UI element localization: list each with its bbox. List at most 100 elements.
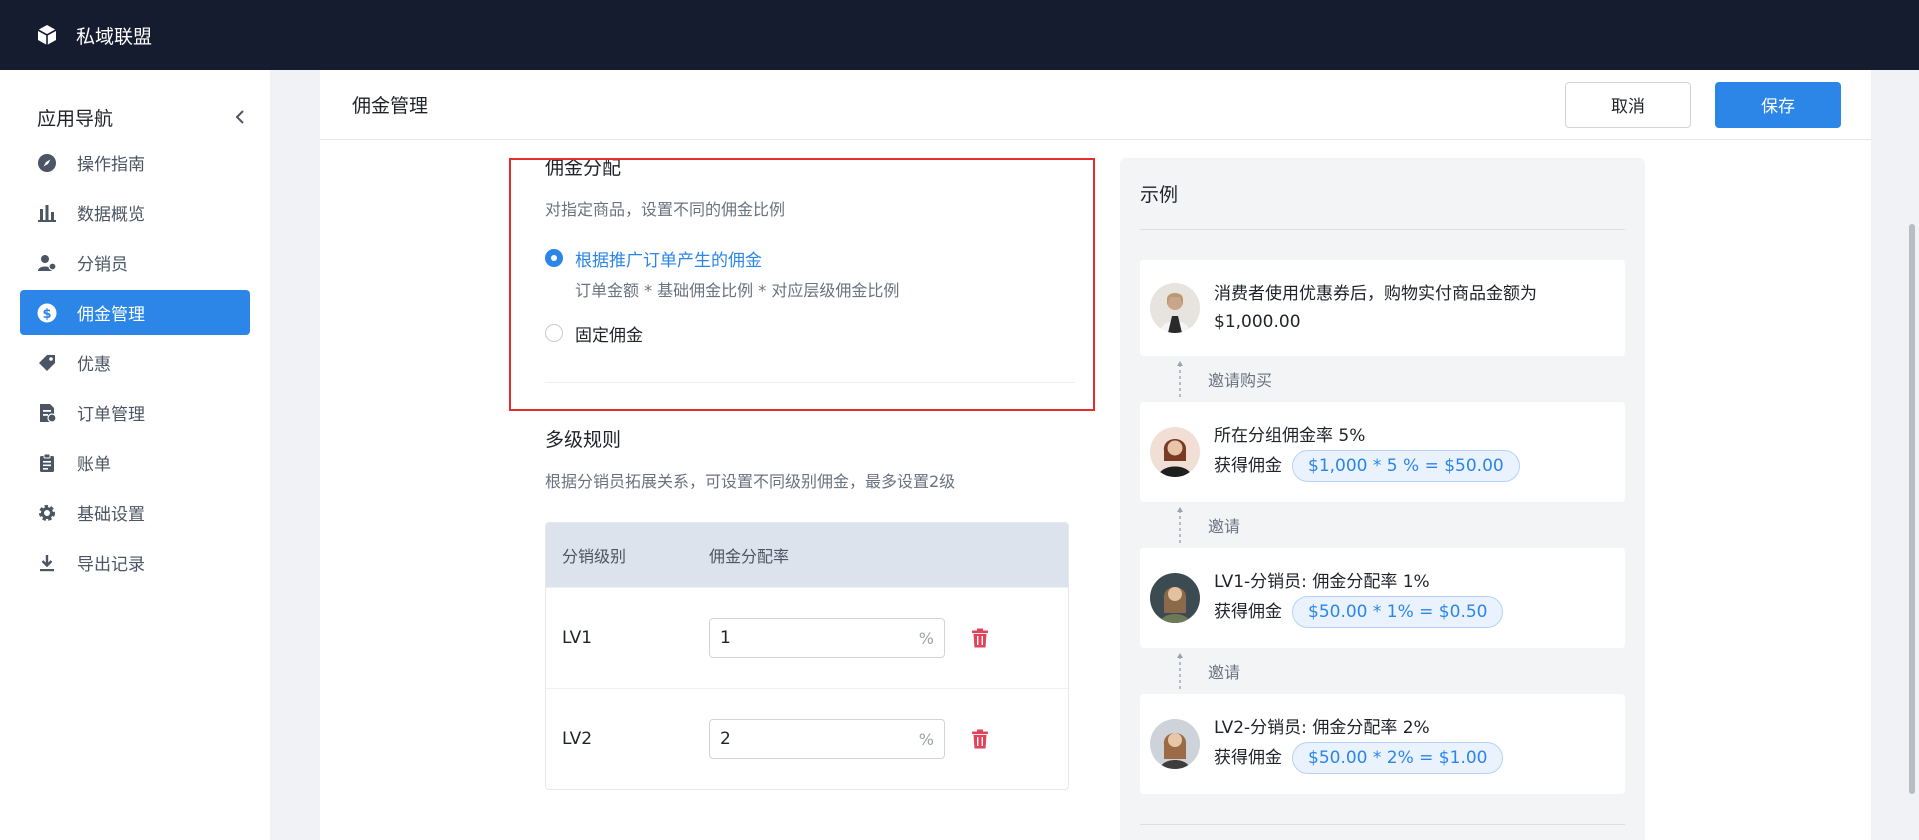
example-connector: 邀请 (1140, 502, 1625, 548)
sidebar-item-commission[interactable]: $ 佣金管理 (20, 290, 250, 335)
save-button[interactable]: 保存 (1715, 81, 1841, 128)
dashed-up-arrow-icon (1170, 651, 1190, 691)
rate-input-value: 2 (720, 729, 731, 749)
download-icon (37, 553, 57, 573)
lv2-earn-line: 获得佣金 $50.00 * 2% = $1.00 (1214, 742, 1504, 774)
sidebar-item-guide[interactable]: 操作指南 (20, 140, 250, 185)
percent-unit: % (918, 729, 934, 749)
page-header: 佣金管理 取消 保存 (320, 70, 1871, 140)
sidebar: 应用导航 操作指南 数据概览 分销员 $ 佣金管理 优惠 订单管理 账单 基础设… (0, 70, 270, 840)
consumer-text: 消费者使用优惠券后，购物实付商品金额为 $1,000.00 (1214, 280, 1537, 336)
rate-cell: 1 % (709, 618, 1068, 658)
sidebar-item-label: 优惠 (77, 355, 111, 375)
commission-form: 佣金分配 对指定商品，设置不同的佣金比例 根据推广订单产生的佣金 订单金额 * … (545, 157, 1075, 790)
example-connector: 邀请购买 (1140, 356, 1625, 402)
sidebar-item-label: 操作指南 (77, 155, 145, 175)
dashed-up-arrow-icon (1170, 359, 1190, 399)
top-bar: 私域联盟 (0, 0, 1919, 70)
connector-label: 邀请 (1208, 517, 1241, 536)
formula-badge: $50.00 * 1% = $0.50 (1292, 596, 1504, 628)
sidebar-item-label: 分销员 (77, 255, 128, 275)
example-group-card: 所在分组佣金率 5% 获得佣金 $1,000 * 5 % = $50.00 (1140, 402, 1625, 502)
column-header-rate: 佣金分配率 (709, 547, 790, 566)
scrollbar-thumb[interactable] (1909, 224, 1915, 794)
earn-label: 获得佣金 (1214, 456, 1282, 476)
connector-label: 邀请购买 (1208, 371, 1273, 390)
clipboard-icon (37, 453, 57, 473)
commission-distribution-section: 佣金分配 对指定商品，设置不同的佣金比例 根据推广订单产生的佣金 订单金额 * … (545, 153, 1075, 383)
sidebar-item-exports[interactable]: 导出记录 (20, 540, 250, 585)
earn-label: 获得佣金 (1214, 748, 1282, 768)
dollar-circle-icon: $ (37, 303, 57, 323)
page-title: 佣金管理 (352, 95, 429, 117)
compass-icon (37, 153, 57, 173)
sidebar-item-coupons[interactable]: 优惠 (20, 340, 250, 385)
rate-input-lv2[interactable]: 2 % (709, 719, 945, 759)
option-fixed-label: 固定佣金 (575, 326, 643, 346)
sidebar-item-label: 订单管理 (77, 405, 145, 425)
trash-icon[interactable] (969, 627, 991, 649)
sidebar-title: 应用导航 (37, 107, 114, 130)
column-header-level: 分销级别 (562, 547, 627, 566)
svg-text:$: $ (42, 307, 51, 322)
sidebar-nav: 操作指南 数据概览 分销员 $ 佣金管理 优惠 订单管理 账单 基础设置 导出记… (0, 140, 270, 585)
table-row: LV2 2 % (546, 688, 1068, 789)
connector-label: 邀请 (1208, 663, 1241, 682)
group-text: 所在分组佣金率 5% 获得佣金 $1,000 * 5 % = $50.00 (1214, 422, 1520, 482)
cube-icon (36, 24, 58, 46)
radio-fixed[interactable] (545, 324, 563, 342)
sidebar-item-label: 数据概览 (77, 205, 145, 225)
order-icon (37, 403, 57, 423)
consumer-line1: 消费者使用优惠券后，购物实付商品金额为 (1214, 284, 1537, 304)
rate-cell: 2 % (709, 719, 1068, 759)
table-row: LV1 1 % (546, 587, 1068, 688)
earn-label: 获得佣金 (1214, 602, 1282, 622)
trash-icon[interactable] (969, 728, 991, 750)
sidebar-item-orders[interactable]: 订单管理 (20, 390, 250, 435)
sidebar-item-distributors[interactable]: 分销员 (20, 240, 250, 285)
group-earn-line: 获得佣金 $1,000 * 5 % = $50.00 (1214, 450, 1520, 482)
option-order-based-commission[interactable]: 根据推广订单产生的佣金 订单金额 * 基础佣金比例 * 对应层级佣金比例 (545, 246, 1075, 301)
commission-distribution-desc: 对指定商品，设置不同的佣金比例 (545, 200, 786, 219)
option-fixed-commission[interactable]: 固定佣金 (545, 321, 1075, 346)
example-consumer-card: 消费者使用优惠券后，购物实付商品金额为 $1,000.00 (1140, 260, 1625, 356)
main-content: 佣金管理 取消 保存 佣金分配 对指定商品，设置不同的佣金比例 根据推广订单产生… (320, 70, 1871, 840)
cancel-button[interactable]: 取消 (1565, 81, 1691, 128)
example-connector: 邀请 (1140, 648, 1625, 694)
example-title: 示例 (1140, 158, 1625, 230)
consumer-amount: $1,000.00 (1214, 312, 1301, 332)
scrollbar[interactable] (1905, 70, 1919, 840)
formula-badge: $50.00 * 2% = $1.00 (1292, 742, 1504, 774)
lv1-rate-line: LV1-分销员: 佣金分配率 1% (1214, 572, 1430, 592)
app-title: 私域联盟 (76, 25, 153, 48)
sidebar-item-label: 佣金管理 (77, 305, 145, 325)
rules-title: 多级规则 (545, 429, 622, 451)
formula-badge: $1,000 * 5 % = $50.00 (1292, 450, 1520, 482)
sidebar-item-bills[interactable]: 账单 (20, 440, 250, 485)
sidebar-item-label: 基础设置 (77, 505, 145, 525)
avatar (1150, 719, 1200, 769)
section-divider (545, 382, 1075, 383)
sidebar-item-overview[interactable]: 数据概览 (20, 190, 250, 235)
radio-order-based[interactable] (545, 249, 563, 267)
users-coins-icon (37, 253, 57, 273)
group-rate-line: 所在分组佣金率 5% (1214, 426, 1366, 446)
header-actions: 取消 保存 (1565, 81, 1841, 128)
tag-icon (37, 353, 57, 373)
chevron-left-icon[interactable] (230, 107, 250, 127)
example-panel: 示例 消费者使用优惠券后，购物实付商品金额为 $1,000.00 邀请购买 所在… (1120, 158, 1645, 840)
avatar (1150, 427, 1200, 477)
option-order-based-label: 根据推广订单产生的佣金 (575, 251, 762, 271)
avatar (1150, 573, 1200, 623)
option-order-based-formula: 订单金额 * 基础佣金比例 * 对应层级佣金比例 (575, 281, 900, 300)
avatar (1150, 283, 1200, 333)
multi-level-rules-section: 多级规则 根据分销员拓展关系，可设置不同级别佣金，最多设置2级 分销级别 佣金分… (545, 425, 1075, 790)
percent-unit: % (918, 628, 934, 648)
example-divider (1140, 824, 1625, 825)
sidebar-header: 应用导航 (0, 70, 270, 140)
sidebar-item-label: 导出记录 (77, 555, 145, 575)
commission-distribution-title: 佣金分配 (545, 157, 622, 179)
rate-input-lv1[interactable]: 1 % (709, 618, 945, 658)
bar-chart-icon (37, 203, 57, 223)
sidebar-item-settings[interactable]: 基础设置 (20, 490, 250, 535)
